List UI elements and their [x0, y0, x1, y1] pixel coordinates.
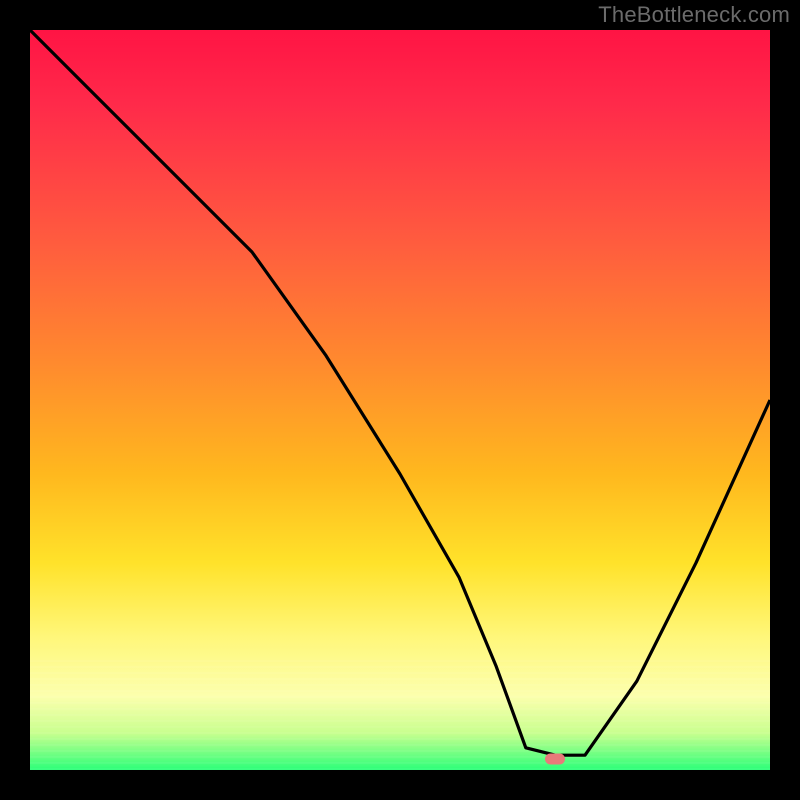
optimal-marker: [545, 753, 565, 764]
plot-area: [30, 30, 770, 770]
curve-path: [30, 30, 770, 755]
chart-frame: TheBottleneck.com: [0, 0, 800, 800]
bottleneck-curve: [30, 30, 770, 770]
watermark-label: TheBottleneck.com: [598, 2, 790, 28]
